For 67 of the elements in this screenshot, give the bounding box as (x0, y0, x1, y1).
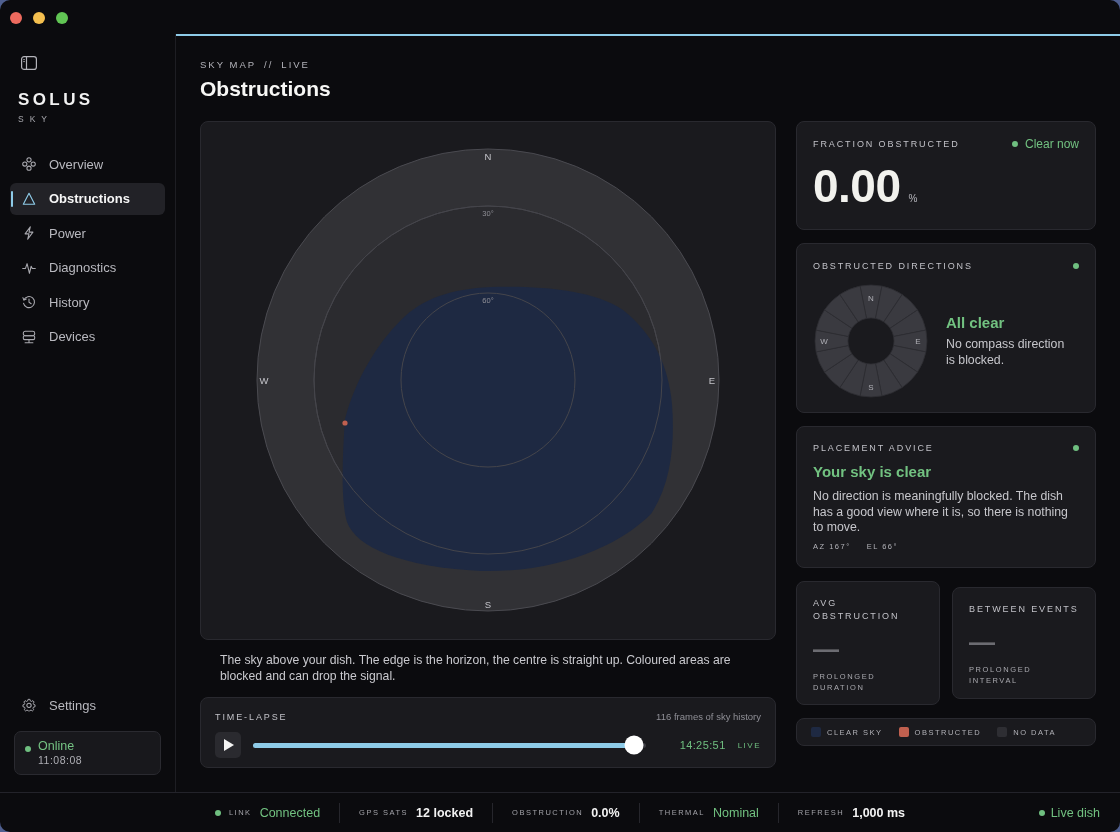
card-title: FRACTION OBSTRUCTED (813, 138, 960, 151)
stat-title: AVG OBSTRUCTION (813, 597, 901, 623)
play-icon (224, 739, 234, 751)
status-text: Clear now (1024, 137, 1079, 151)
fraction-value: 0.00 (813, 163, 901, 209)
circles-icon (22, 157, 36, 171)
timeline-time: 14:25:51 (679, 739, 726, 751)
router-icon (22, 329, 36, 344)
card-title: TIME-LAPSE (215, 711, 288, 724)
frames-count: 116 frames of sky history (656, 711, 761, 723)
compass-label: S (868, 383, 874, 392)
lightning-icon (22, 226, 36, 241)
directions-headline: All clear (946, 314, 1006, 332)
window-zoom-icon[interactable] (56, 12, 68, 24)
timeline-handle[interactable] (624, 735, 644, 755)
status-dot-icon (1073, 445, 1079, 451)
status-dot-icon (1038, 809, 1045, 816)
sidebar-toggle-icon[interactable] (21, 56, 37, 70)
status-dot-icon (1073, 263, 1079, 269)
compass-label: W (259, 375, 269, 386)
connection-time: 11:08:08 (38, 754, 83, 767)
settings-icon (22, 698, 36, 712)
compass-label: E (915, 337, 921, 346)
advice-headline: Your sky is clear (813, 463, 933, 481)
directions-text: No compass direction is blocked. (946, 337, 1066, 368)
connection-status: Online (38, 739, 76, 754)
triangle-icon (22, 191, 36, 206)
nav-item[interactable]: Overview (10, 148, 165, 180)
breadcrumb-separator: // (264, 59, 274, 71)
obstruction-dot-icon (342, 420, 348, 426)
nav-item[interactable]: Obstructions (10, 182, 165, 215)
pulse-icon (22, 260, 36, 275)
status-value: Connected (259, 805, 321, 820)
compass-label: W (820, 337, 828, 346)
brand-tagline: SKY (18, 114, 54, 124)
status-value: Nominal (713, 805, 759, 820)
breadcrumb-section: SKY MAP (200, 59, 257, 71)
compass-label: S (484, 599, 492, 610)
advice-text: No direction is meaningfully blocked. The dish has a good view where it is, so there is nothing to move. (813, 489, 1069, 536)
nav-item[interactable]: Devices (10, 320, 165, 353)
window-minimize-icon[interactable] (33, 12, 45, 24)
empty-value: — (813, 639, 840, 659)
nav-item[interactable]: Power (10, 217, 165, 250)
nav-item[interactable]: Diagnostics (10, 251, 165, 284)
map-caption: The sky above your dish. The edge is the horizon, the centre is straight up. Coloured areas are blocked and can drop the signal. (219, 653, 732, 684)
status-value: 1,000 ms (852, 805, 906, 820)
compass-label: N (484, 151, 492, 162)
unit-label: % (908, 193, 918, 204)
live-label: LIVE (737, 740, 761, 750)
stat-title: BETWEEN EVENTS (969, 603, 1080, 616)
live-status: Live dish (1050, 805, 1100, 820)
page-title: Obstructions (200, 77, 332, 101)
status-value: 0.0% (591, 805, 620, 820)
window-close-icon[interactable] (10, 12, 22, 24)
card-title: PLACEMENT ADVICE (813, 442, 934, 455)
empty-value: — (969, 632, 996, 652)
compass-label: N (868, 294, 874, 303)
breadcrumb-view: LIVE (281, 59, 310, 71)
status-value: 12 locked (416, 805, 474, 820)
settings-item[interactable]: Settings (10, 689, 165, 721)
compass-label: E (708, 375, 716, 386)
history-icon (22, 295, 36, 310)
brand-name: SOLUS (18, 90, 95, 110)
play-button[interactable] (215, 732, 241, 758)
card-title: OBSTRUCTED DIRECTIONS (813, 260, 973, 273)
nav-item[interactable]: History (10, 286, 165, 319)
status-dot-icon (1011, 141, 1018, 147)
